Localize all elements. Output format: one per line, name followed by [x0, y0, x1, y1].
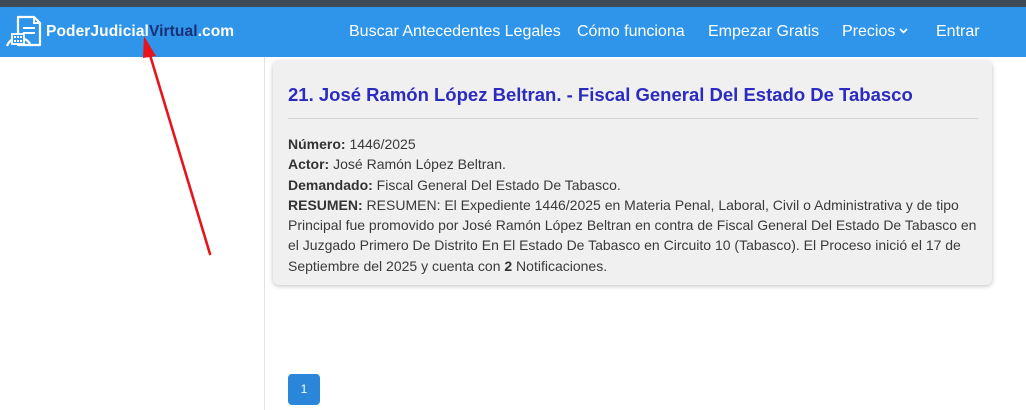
- resumen-paragraph: RESUMEN: RESUMEN: El Expediente 1446/202…: [288, 195, 983, 276]
- logo-text-white: PoderJudicial: [46, 23, 149, 40]
- demandado-value: Fiscal General Del Estado De Tabasco.: [372, 176, 621, 193]
- nav-precios-label: Precios: [842, 23, 896, 40]
- resumen-label: RESUMEN:: [288, 196, 363, 213]
- notificaciones-count: 2: [504, 257, 513, 274]
- numero-label: Número:: [288, 136, 346, 152]
- top-strip: [0, 0, 1026, 7]
- navbar: PoderJudicialVirtual.com Buscar Antecede…: [0, 7, 1026, 57]
- numero-line: Número: 1446/2025: [288, 134, 983, 154]
- actor-line: Actor: José Ramón López Beltran.: [288, 154, 983, 174]
- card-divider: [288, 118, 978, 119]
- result-card: 21. José Ramón López Beltran. - Fiscal G…: [273, 61, 992, 285]
- demandado-label: Demandado:: [288, 176, 373, 193]
- logo-text-dark: Virtual: [148, 23, 198, 40]
- nav-precios-dropdown[interactable]: Precios: [842, 23, 908, 41]
- nav-empezar-gratis[interactable]: Empezar Gratis: [708, 23, 819, 41]
- nav-como-funciona[interactable]: Cómo funciona: [577, 23, 685, 41]
- site-logo[interactable]: PoderJudicialVirtual.com: [4, 15, 234, 49]
- nav-entrar[interactable]: Entrar: [936, 23, 980, 41]
- actor-label: Actor:: [288, 156, 330, 173]
- nav-buscar-antecedentes[interactable]: Buscar Antecedentes Legales: [349, 23, 561, 41]
- result-details: Número: 1446/2025 Actor: José Ramón Lópe…: [288, 134, 983, 276]
- logo-text: PoderJudicialVirtual.com: [46, 23, 234, 41]
- result-title[interactable]: 21. José Ramón López Beltran. - Fiscal G…: [288, 84, 913, 106]
- logo-text-end: .com: [197, 23, 235, 40]
- resumen-end: Notificaciones.: [512, 257, 608, 274]
- actor-value: José Ramón López Beltran.: [329, 156, 506, 173]
- pagination-page-button[interactable]: 1: [288, 374, 320, 405]
- demandado-line: Demandado: Fiscal General Del Estado De …: [288, 175, 983, 195]
- resumen-text: RESUMEN: El Expediente 1446/2025 en Mate…: [288, 196, 977, 274]
- numero-value: 1446/2025: [345, 136, 416, 152]
- chevron-down-icon: [899, 28, 908, 34]
- sidebar-divider: [264, 57, 265, 410]
- building-document-icon: [5, 15, 42, 47]
